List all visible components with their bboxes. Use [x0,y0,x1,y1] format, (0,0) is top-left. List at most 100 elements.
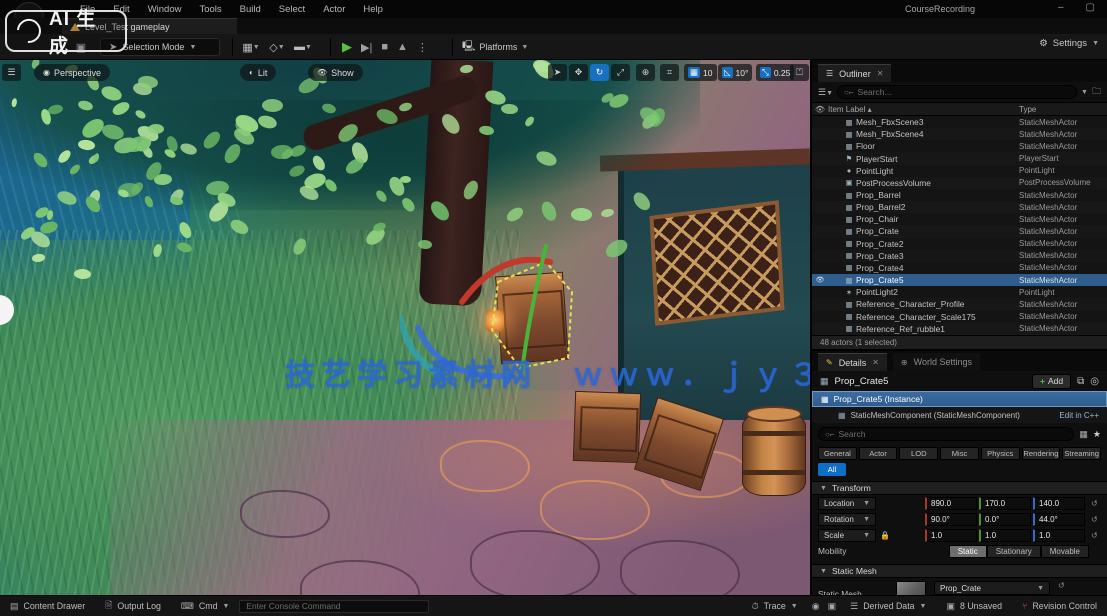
content-drawer-button[interactable]: ▤ Content Drawer [0,596,95,616]
world-settings-tab[interactable]: ⊕ World Settings [893,353,980,371]
type-column[interactable]: Type [1019,105,1107,114]
bridge-icon[interactable]: ▣ [824,601,841,612]
camera-speed-icon[interactable]: ⏍ [790,64,809,81]
info-icon[interactable]: ◎ [1090,376,1099,387]
outliner-row[interactable]: ▦Prop_CrateStaticMeshActor [812,225,1107,237]
outliner-row[interactable]: ▦Prop_BarrelStaticMeshActor [812,189,1107,201]
select-tool-icon[interactable]: ➤ [548,64,567,81]
location-z-field[interactable]: 140.0 [1033,497,1085,510]
rotation-dropdown[interactable]: Rotation▼ [818,513,876,526]
location-x-field[interactable]: 890.0 [925,497,977,510]
rotation-snap-toggle[interactable]: ◺ 10° [718,64,752,81]
outliner-tab[interactable]: ☰ Outliner ✕ [818,64,891,82]
menu-item-select[interactable]: Select [279,4,305,15]
new-folder-icon[interactable]: 🗀 [1092,84,1101,100]
play-options-kebab-icon[interactable]: ⋮ [417,41,428,54]
blueprint-convert-icon[interactable]: ⧉ [1077,376,1084,387]
filter-chip-actor[interactable]: Actor [859,447,898,460]
static-mesh-dropdown[interactable]: Prop_Crate ▼ [934,581,1050,595]
display-options-icon[interactable]: ▦ [1079,429,1088,440]
menu-item-help[interactable]: Help [363,4,383,15]
derived-data-dropdown[interactable]: ☰ Derived Data ▼ [840,601,936,612]
reset-icon[interactable]: ↺ [1091,499,1101,508]
output-log-button[interactable]: 🗎 Output Log [95,596,171,616]
favorites-star-icon[interactable]: ★ [1093,429,1101,440]
outliner-row[interactable]: 👁▦Prop_Crate5StaticMeshActor [812,274,1107,286]
menu-item-tools[interactable]: Tools [199,4,221,15]
transform-section-header[interactable]: ▼ Transform [812,481,1107,495]
outliner-row[interactable]: ▣PostProcessVolumePostProcessVolume [812,177,1107,189]
outliner-search-input[interactable] [858,87,1071,97]
scale-dropdown[interactable]: Scale▼ [818,529,876,542]
stop-button[interactable]: ■ [381,41,388,53]
scale-x-field[interactable]: 1.0 [925,529,977,542]
component-row[interactable]: ▦ StaticMeshComponent (StaticMeshCompone… [812,407,1107,423]
surface-snap-icon[interactable]: ⌗ [660,64,679,81]
outliner-row[interactable]: ▦Reference_Character_Scale175StaticMeshA… [812,311,1107,323]
barrel-mesh[interactable] [742,412,806,496]
level-viewport[interactable]: 技艺学习素材网 ｗｗｗ．ｊｙ３ｄ．ｃｎ [0,60,810,595]
scale-z-field[interactable]: 1.0 [1033,529,1085,542]
lock-icon[interactable]: 🔒 [880,531,890,540]
all-filter-chip[interactable]: All [818,463,846,476]
close-icon[interactable]: ✕ [872,358,879,367]
outliner-row[interactable]: ▦Mesh_FbxScene3StaticMeshActor [812,116,1107,128]
world-space-icon[interactable]: ⊕ [636,64,655,81]
filter-chip-misc[interactable]: Misc [940,447,979,460]
eject-button[interactable]: ▲ [397,41,408,53]
platforms-dropdown[interactable]: 🖳 Platforms ▼ [462,38,528,56]
fab-icon[interactable]: ◉ [808,601,824,612]
blueprints-dropdown[interactable]: ◇▼ [266,38,288,56]
trace-dropdown[interactable]: ⏱ Trace ▼ [742,601,808,612]
frame-skip-button[interactable]: ▶| [361,41,372,54]
scale-snap-toggle[interactable]: ⤡ 0.25 [756,64,794,81]
filter-icon[interactable]: ☰▼ [818,87,833,98]
mobility-stationary[interactable]: Stationary [987,545,1041,558]
minimize-button[interactable]: – [1058,2,1064,13]
outliner-row[interactable]: ▦Prop_Barrel2StaticMeshActor [812,201,1107,213]
outliner-row[interactable]: ▦Prop_Crate2StaticMeshActor [812,238,1107,250]
play-button[interactable]: ▶ [342,39,352,55]
instance-row[interactable]: ▦ Prop_Crate5 (Instance) [812,391,1107,407]
revision-control-button[interactable]: ⑂ Revision Control [1012,601,1107,611]
perspective-dropdown[interactable]: ◉ Perspective [34,64,110,81]
outliner-row[interactable]: ▦Prop_Crate4StaticMeshActor [812,262,1107,274]
outliner-row[interactable]: ●PointLightPointLight [812,165,1107,177]
console-command-input[interactable] [239,600,429,613]
add-actor-dropdown[interactable]: ▦▼ [240,38,262,56]
menu-item-window[interactable]: Window [148,4,182,15]
outliner-row[interactable]: ▦Mesh_FbxScene4StaticMeshActor [812,128,1107,140]
unsaved-button[interactable]: ▣ 8 Unsaved [936,601,1012,612]
reset-icon[interactable]: ↺ [1091,531,1101,540]
filter-chip-general[interactable]: General [818,447,857,460]
move-tool-icon[interactable]: ✥ [569,64,588,81]
outliner-row[interactable]: ▦Reference_Ref_rubble1StaticMeshActor [812,323,1107,335]
scale-y-field[interactable]: 1.0 [979,529,1031,542]
close-icon[interactable]: ✕ [877,69,884,78]
chevron-down-icon[interactable]: ▼ [1081,89,1088,96]
show-dropdown[interactable]: 👁 Show [308,64,363,81]
add-component-button[interactable]: + Add [1032,374,1071,389]
edit-in-cpp-link[interactable]: Edit in C++ [1059,411,1099,420]
location-dropdown[interactable]: Location▼ [818,497,876,510]
scale-tool-icon[interactable]: ⤢ [611,64,630,81]
outliner-row[interactable]: ▦Prop_Crate3StaticMeshActor [812,250,1107,262]
outliner-row[interactable]: ⚑PlayerStartPlayerStart [812,152,1107,164]
filter-chip-physics[interactable]: Physics [981,447,1020,460]
rotate-tool-icon[interactable]: ↻ [590,64,609,81]
item-label-column[interactable]: Item Label ▴ [828,105,1019,114]
static-mesh-section-header[interactable]: ▼ Static Mesh [812,564,1107,578]
outliner-row[interactable]: ▦Reference_Character_ProfileStaticMeshAc… [812,298,1107,310]
cinematics-dropdown[interactable]: ▬▼ [292,38,314,56]
details-tab[interactable]: ✎ Details ✕ [818,353,887,371]
outliner-row[interactable]: ▦FloorStaticMeshActor [812,140,1107,152]
lit-dropdown[interactable]: ◐ Lit [240,64,276,81]
reset-icon[interactable]: ↺ [1091,515,1101,524]
rotation-z-field[interactable]: 44.0° [1033,513,1085,526]
outliner-row[interactable]: ▦Prop_ChairStaticMeshActor [812,213,1107,225]
rotation-x-field[interactable]: 90.0° [925,513,977,526]
filter-chip-streaming[interactable]: Streaming [1062,447,1101,460]
outliner-search[interactable]: ○⌐ [837,85,1077,99]
eye-icon[interactable]: 👁 [812,276,828,284]
filter-chip-rendering[interactable]: Rendering [1022,447,1061,460]
